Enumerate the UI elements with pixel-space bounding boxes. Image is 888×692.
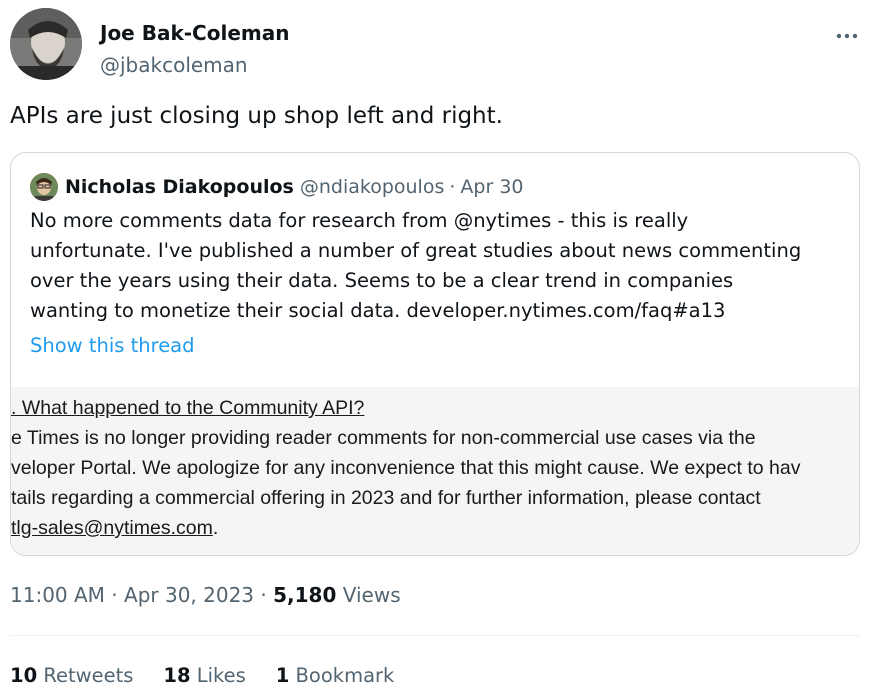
bookmarks-label: Bookmark (289, 664, 395, 687)
bookmarks-stat[interactable]: 1 Bookmark (276, 664, 395, 687)
views-count: 5,180 (273, 583, 337, 607)
more-horizontal-icon (836, 24, 858, 43)
tweet-stats: 10 Retweets 18 Likes 1 Bookmark (10, 664, 424, 687)
tweet-header: Joe Bak-Coleman @jbakcoleman (10, 8, 870, 82)
quoted-text-line: wanting to monetize their social data. d… (30, 299, 726, 322)
author-name[interactable]: Joe Bak-Coleman (100, 21, 289, 45)
image-period: . (212, 517, 219, 539)
separator-dot: · (449, 176, 456, 198)
quoted-text-line: No more comments data for research from … (30, 209, 689, 232)
image-text-heading: . What happened to the Community API? (11, 397, 365, 419)
retweets-label: Retweets (37, 664, 134, 687)
retweets-stat[interactable]: 10 Retweets (10, 664, 133, 687)
likes-stat[interactable]: 18 Likes (163, 664, 245, 687)
tweet: Joe Bak-Coleman @jbakcoleman APIs are ju… (0, 0, 888, 692)
quoted-tweet-header: Nicholas Diakopoulos @ndiakopoulos · Apr… (30, 173, 524, 201)
author-avatar[interactable] (10, 8, 82, 80)
image-email-text: tlg-sales@nytimes.com (11, 517, 213, 539)
separator-dot: · (254, 583, 274, 607)
quoted-tweet-text: No more comments data for research from … (30, 206, 845, 326)
likes-label: Likes (190, 664, 246, 687)
tweet-date[interactable]: Apr 30, 2023 (124, 583, 254, 607)
tweet-meta: 11:00 AM · Apr 30, 2023 · 5,180 Views (10, 583, 401, 607)
tweet-text: APIs are just closing up shop left and r… (10, 103, 503, 129)
author-handle[interactable]: @jbakcoleman (100, 53, 248, 77)
quoted-text-line: over the years using their data. Seems t… (30, 269, 734, 292)
quoted-author-handle: @ndiakopoulos (299, 176, 445, 198)
image-text-line: e Times is no longer providing reader co… (11, 427, 756, 449)
more-button[interactable] (830, 16, 864, 50)
quoted-tweet-image[interactable]: . What happened to the Community API? e … (11, 387, 859, 555)
tweet-time[interactable]: 11:00 AM (10, 583, 105, 607)
views-label: Views (336, 583, 401, 607)
quoted-author-name: Nicholas Diakopoulos (65, 176, 294, 198)
bookmarks-count: 1 (275, 664, 290, 687)
retweets-count: 10 (10, 664, 38, 687)
image-text-line: veloper Portal. We apologize for any inc… (11, 457, 801, 479)
divider (10, 635, 860, 636)
quoted-text-line: unfortunate. I've published a number of … (30, 239, 802, 262)
show-thread-link[interactable]: Show this thread (30, 334, 195, 357)
image-text-line: tails regarding a commercial offering in… (11, 487, 761, 509)
likes-count: 18 (163, 664, 191, 687)
quoted-tweet-date: Apr 30 (460, 176, 524, 198)
separator-dot: · (104, 583, 125, 607)
quoted-tweet[interactable]: Nicholas Diakopoulos @ndiakopoulos · Apr… (10, 152, 860, 556)
image-text-line: tlg-sales@nytimes.com. (11, 517, 218, 540)
quoted-author-avatar (30, 173, 58, 201)
